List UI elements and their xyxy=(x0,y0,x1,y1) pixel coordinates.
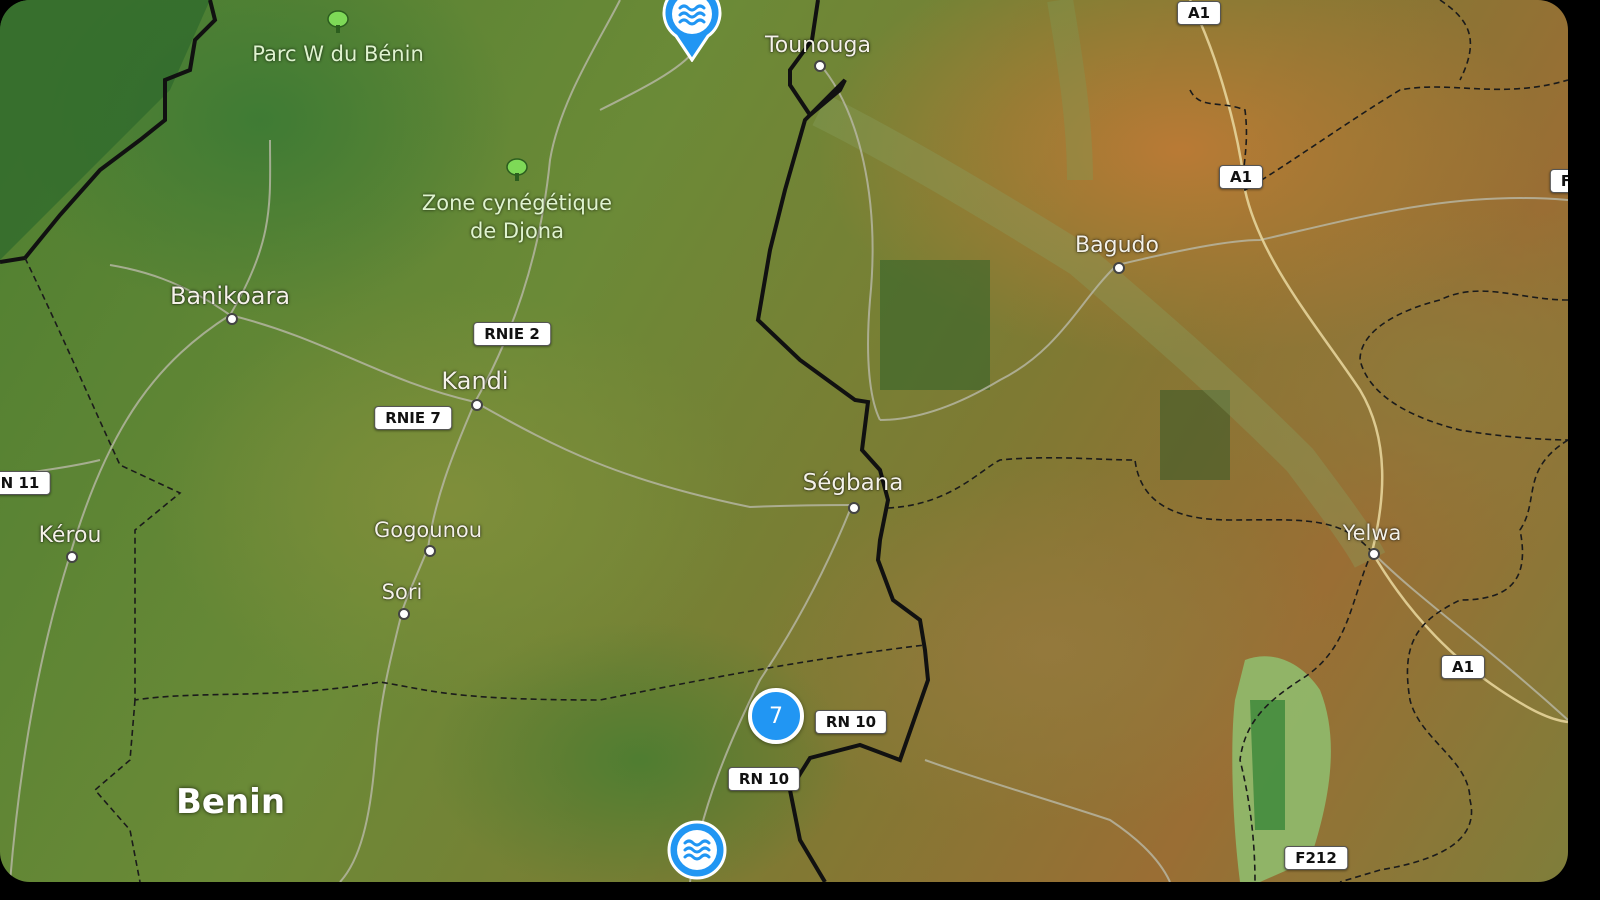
road-shield-rnie7: RNIE 7 xyxy=(374,406,452,430)
road-shield-a1-right: A1 xyxy=(1440,655,1486,679)
place-label-kerou[interactable]: Kérou xyxy=(39,523,102,548)
country-label-benin[interactable]: Benin xyxy=(176,782,285,822)
place-label-sori[interactable]: Sori xyxy=(382,580,423,604)
place-label-gogounou[interactable]: Gogounou xyxy=(374,518,482,542)
park-label-djona-line1: Zone cynégétique xyxy=(421,191,613,215)
place-dot-banikoara xyxy=(226,313,238,325)
place-label-bagudo[interactable]: Bagudo xyxy=(1075,233,1159,258)
road-shield-rn11: N 11 xyxy=(0,471,51,495)
place-label-kandi[interactable]: Kandi xyxy=(441,367,508,395)
road-shield-edge-right: F xyxy=(1549,169,1568,193)
park-label-parc-w: Parc W du Bénin xyxy=(252,42,424,66)
road-shield-rn10-b: RN 10 xyxy=(727,767,801,791)
map-vector-layer xyxy=(0,0,1568,882)
place-label-tounouga[interactable]: Tounouga xyxy=(765,33,871,58)
place-label-yelwa[interactable]: Yelwa xyxy=(1343,521,1402,545)
road-shield-a1-mid: A1 xyxy=(1218,165,1264,189)
place-dot-kerou xyxy=(66,551,78,563)
park-label-djona-line2: de Djona xyxy=(470,219,564,243)
water-marker-top[interactable] xyxy=(662,0,722,62)
place-dot-kandi xyxy=(471,399,483,411)
map-cluster-marker[interactable]: 7 xyxy=(748,688,804,744)
place-dot-segbana xyxy=(848,502,860,514)
place-label-banikoara[interactable]: Banikoara xyxy=(170,282,290,310)
road-shield-rnie2: RNIE 2 xyxy=(473,322,551,346)
cluster-count: 7 xyxy=(769,703,783,729)
place-dot-bagudo xyxy=(1113,262,1125,274)
map-canvas[interactable]: Parc W du Bénin Zone cynégétique de Djon… xyxy=(0,0,1568,882)
tree-icon xyxy=(506,158,528,181)
place-dot-sori xyxy=(398,608,410,620)
tree-icon xyxy=(327,10,349,33)
place-dot-yelwa xyxy=(1368,548,1380,560)
road-shield-rn10-a: RN 10 xyxy=(814,710,888,734)
place-dot-tounouga xyxy=(814,60,826,72)
road-shield-a1-top: A1 xyxy=(1176,1,1222,25)
place-label-segbana[interactable]: Ségbana xyxy=(803,470,904,496)
water-marker-bottom[interactable] xyxy=(667,818,727,882)
park-label-djona: Zone cynégétique de Djona xyxy=(422,189,612,245)
place-dot-gogounou xyxy=(424,545,436,557)
road-shield-f212: F212 xyxy=(1284,846,1348,870)
